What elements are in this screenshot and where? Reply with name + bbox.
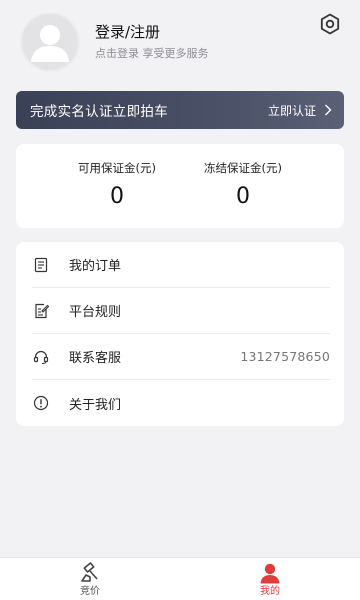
menu-item-customer-service[interactable]: 联系客服 13127578650 bbox=[32, 334, 330, 380]
gear-icon bbox=[320, 13, 340, 35]
frozen-deposit-value: 0 bbox=[236, 184, 250, 209]
tab-mine[interactable]: 我的 bbox=[240, 562, 300, 598]
verify-banner-title: 完成实名认证立即拍车 bbox=[30, 104, 168, 120]
menu-item-about-us[interactable]: 关于我们 bbox=[32, 380, 330, 426]
menu-item-label: 联系客服 bbox=[69, 351, 122, 366]
deposit-card: 可用保证金(元) 0 冻结保证金(元) 0 bbox=[16, 144, 344, 228]
real-name-verify-banner[interactable]: 完成实名认证立即拍车 立即认证 bbox=[16, 91, 344, 129]
menu-item-label: 平台规则 bbox=[69, 305, 122, 320]
profile-header[interactable]: 登录/注册 点击登录 享受更多服务 bbox=[20, 12, 340, 72]
user-icon bbox=[240, 562, 300, 584]
avatar[interactable] bbox=[20, 12, 80, 72]
menu-list: 我的订单 平台规则 联系客服 13127578650 关于我们 bbox=[16, 242, 344, 426]
verify-now-button[interactable]: 立即认证 bbox=[268, 102, 332, 119]
bottom-tab-bar: 竞价 我的 bbox=[0, 557, 360, 600]
available-deposit[interactable]: 可用保证金(元) 0 bbox=[52, 160, 182, 210]
order-list-icon bbox=[32, 256, 50, 274]
headset-icon bbox=[32, 348, 50, 366]
verify-now-label: 立即认证 bbox=[267, 103, 316, 118]
menu-item-label: 我的订单 bbox=[69, 259, 122, 274]
settings-button[interactable] bbox=[318, 12, 342, 36]
login-hint: 点击登录 享受更多服务 bbox=[95, 47, 209, 60]
menu-item-my-orders[interactable]: 我的订单 bbox=[32, 242, 330, 288]
menu-item-platform-rules[interactable]: 平台规则 bbox=[32, 288, 330, 334]
frozen-deposit[interactable]: 冻结保证金(元) 0 bbox=[178, 160, 308, 210]
login-register-link[interactable]: 登录/注册 bbox=[95, 22, 209, 42]
profile-text: 登录/注册 点击登录 享受更多服务 bbox=[95, 22, 209, 61]
info-icon bbox=[32, 394, 50, 412]
available-deposit-label: 可用保证金(元) bbox=[78, 161, 156, 175]
tab-label: 我的 bbox=[260, 586, 280, 597]
chevron-right-icon bbox=[325, 104, 332, 116]
tab-label: 竞价 bbox=[80, 586, 100, 597]
rules-edit-icon bbox=[32, 302, 50, 320]
tab-bidding[interactable]: 竞价 bbox=[60, 562, 120, 598]
default-avatar-icon bbox=[31, 25, 69, 62]
frozen-deposit-label: 冻结保证金(元) bbox=[204, 161, 282, 175]
gavel-icon bbox=[60, 562, 120, 584]
menu-item-label: 关于我们 bbox=[69, 397, 122, 413]
customer-service-phone[interactable]: 13127578650 bbox=[240, 349, 330, 364]
my-account-page: 登录/注册 点击登录 享受更多服务 完成实名认证立即拍车 立即认证 可用保证金(… bbox=[0, 0, 360, 600]
available-deposit-value: 0 bbox=[110, 184, 124, 209]
